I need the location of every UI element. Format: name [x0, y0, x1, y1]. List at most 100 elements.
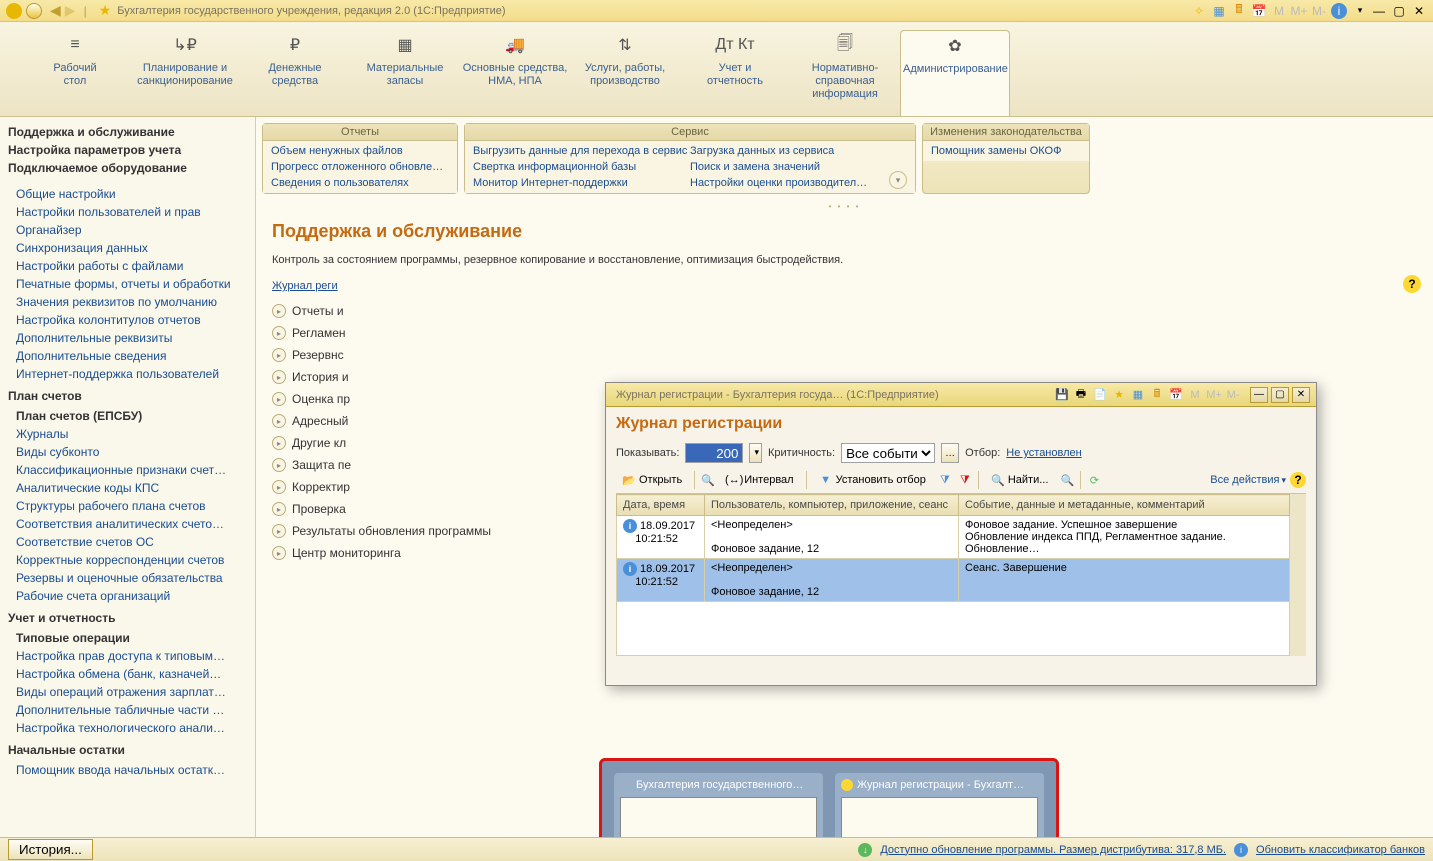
sidebar-item[interactable]: Соответствие счетов ОС [4, 533, 251, 551]
sidebar-item[interactable]: Виды операций отражения зарплат… [4, 683, 251, 701]
col-user[interactable]: Пользователь, компьютер, приложение, сеа… [705, 495, 959, 516]
table-row[interactable]: i 18.09.2017 10:21:52<Неопределен>Фоново… [617, 516, 1290, 559]
section-item-4[interactable]: 🚚Основные средства,НМА, НПА [460, 30, 570, 116]
sidebar-item[interactable]: Интернет-поддержка пользователей [4, 365, 251, 383]
section-item-3[interactable]: ▦Материальныезапасы [350, 30, 460, 116]
nav-forward-icon[interactable]: ▶ [65, 2, 76, 19]
sidebar-item[interactable]: Синхронизация данных [4, 239, 251, 257]
show-input[interactable] [685, 443, 743, 463]
sidebar-item[interactable]: Настройка обмена (банк, казначей… [4, 665, 251, 683]
calendar-icon[interactable]: 📅 [1251, 3, 1267, 19]
panel-link[interactable]: Выгрузить данные для перехода в сервис [473, 143, 690, 159]
sidebar-item[interactable]: Классификационные признаки счет… [4, 461, 251, 479]
panel-link[interactable]: Объем ненужных файлов [271, 143, 449, 159]
preview-icon[interactable]: 📄 [1092, 387, 1108, 403]
update-banks-link[interactable]: Обновить классификатор банков [1256, 844, 1425, 856]
search-icon[interactable]: 🔍 [701, 473, 715, 487]
maximize-button[interactable]: ▢ [1391, 3, 1407, 19]
criticality-more-button[interactable]: … [941, 443, 959, 463]
sidebar-item[interactable]: Помощник ввода начальных остатк… [4, 761, 251, 779]
sidebar-item[interactable]: Настройки работы с файлами [4, 257, 251, 275]
expand-item[interactable]: ▸Регламен [272, 322, 1417, 344]
print-icon[interactable]: 🖶 [1073, 387, 1089, 403]
open-button[interactable]: 📂Открыть [616, 471, 688, 489]
breadcrumb-link[interactable]: Журнал реги [272, 280, 338, 292]
section-item-7[interactable]: 🗐Нормативно-справочнаяинформация [790, 30, 900, 116]
sidebar-item[interactable]: План счетов (ЕПСБУ) [4, 407, 251, 425]
close-button[interactable]: ✕ [1411, 3, 1427, 19]
info-icon[interactable]: i [1331, 3, 1347, 19]
sidebar-item[interactable]: Дополнительные сведения [4, 347, 251, 365]
update-link[interactable]: Доступно обновление программы. Размер ди… [880, 844, 1226, 856]
panel-link[interactable]: Помощник замены ОКОФ [931, 143, 1081, 159]
filter-select-icon[interactable]: ⧩ [938, 473, 952, 487]
favorite-icon[interactable]: ★ [99, 2, 112, 19]
filter-clear-icon[interactable]: ⧩ [958, 473, 972, 487]
section-item-5[interactable]: ⇅Услуги, работы,производство [570, 30, 680, 116]
section-item-0[interactable]: ≡Рабочийстол [20, 30, 130, 116]
panel-link[interactable]: Настройки оценки производител… [690, 175, 907, 191]
m-plus-icon[interactable]: M+ [1291, 3, 1307, 19]
grip-handle[interactable]: • • • • [256, 200, 1433, 213]
panel-link[interactable]: Поиск и замена значений [690, 159, 907, 175]
titlebar-dropdown[interactable] [26, 3, 42, 19]
sidebar-item[interactable]: Журналы [4, 425, 251, 443]
find-button[interactable]: 🔍Найти... [985, 471, 1055, 489]
show-dropdown-icon[interactable] [749, 443, 762, 463]
preview-item-1[interactable]: Бухгалтерия государственного… [614, 773, 823, 837]
calculator-icon[interactable]: 🖩 [1149, 387, 1165, 403]
sidebar-item[interactable]: Общие настройки [4, 185, 251, 203]
sidebar-item[interactable]: Настройка параметров учета [4, 141, 251, 159]
calendar-icon[interactable]: 📅 [1168, 387, 1184, 403]
refresh-icon[interactable]: ⟳ [1087, 473, 1101, 487]
panel-link[interactable]: Прогресс отложенного обновления [271, 159, 449, 175]
sidebar-item[interactable]: Дополнительные табличные части … [4, 701, 251, 719]
sidebar-item[interactable]: Органайзер [4, 221, 251, 239]
sidebar-item[interactable]: Соответствия аналитических счето… [4, 515, 251, 533]
table-row[interactable]: i 18.09.2017 10:21:52<Неопределен>Фоново… [617, 559, 1290, 602]
sidebar-item[interactable]: Виды субконто [4, 443, 251, 461]
favorite-icon[interactable]: ★ [1111, 387, 1127, 403]
save-icon[interactable]: 💾 [1054, 387, 1070, 403]
panel-link[interactable]: Загрузка данных из сервиса [690, 143, 907, 159]
sidebar-item[interactable]: Корректные корреспонденции счетов [4, 551, 251, 569]
panel-link[interactable]: Монитор Интернет-поддержки [473, 175, 690, 191]
col-event[interactable]: Событие, данные и метаданные, комментари… [959, 495, 1290, 516]
criticality-select[interactable]: Все события [841, 443, 935, 463]
section-item-8[interactable]: ✿Администрирование [900, 30, 1010, 116]
table-scrollbar[interactable] [1290, 494, 1306, 656]
sidebar-item[interactable]: Поддержка и обслуживание [4, 123, 251, 141]
panel-expand-button[interactable]: ▾ [889, 171, 907, 189]
preview-item-2[interactable]: Журнал регистрации - Бухгалт… [835, 773, 1044, 837]
calculator-icon[interactable]: 🖩 [1231, 3, 1247, 19]
links-panel-icon[interactable]: ▦ [1211, 3, 1227, 19]
m-minus-icon[interactable]: M- [1311, 3, 1327, 19]
sidebar-item[interactable]: Настройка колонтитулов отчетов [4, 311, 251, 329]
sidebar-item[interactable]: Печатные формы, отчеты и обработки [4, 275, 251, 293]
all-actions-button[interactable]: Все действия [1210, 474, 1286, 486]
expand-item[interactable]: ▸Резервнс [272, 344, 1417, 366]
help-button[interactable]: ? [1403, 275, 1421, 293]
sidebar-item[interactable]: Дополнительные реквизиты [4, 329, 251, 347]
panel-link[interactable]: Свертка информационной базы [473, 159, 690, 175]
sidebar-item[interactable]: Настройка прав доступа к типовым… [4, 647, 251, 665]
set-filter-button[interactable]: ▼Установить отбор [813, 471, 932, 489]
m-icon[interactable]: M [1271, 3, 1287, 19]
info-dropdown[interactable] [1351, 3, 1367, 19]
sidebar-item[interactable]: Структуры рабочего плана счетов [4, 497, 251, 515]
sidebar-item[interactable]: Аналитические коды КПС [4, 479, 251, 497]
modal-close-button[interactable]: ✕ [1292, 387, 1310, 403]
sidebar-item[interactable]: Подключаемое оборудование [4, 159, 251, 177]
section-item-6[interactable]: Дт КтУчет иотчетность [680, 30, 790, 116]
m-minus-icon[interactable]: M- [1225, 387, 1241, 403]
m-icon[interactable]: M [1187, 387, 1203, 403]
history-button[interactable]: История... [8, 839, 93, 860]
m-plus-icon[interactable]: M+ [1206, 387, 1222, 403]
section-item-2[interactable]: ₽Денежныесредства [240, 30, 350, 116]
interval-button[interactable]: (↔)Интервал [721, 471, 799, 489]
sidebar-item[interactable]: Настройка технологического анали… [4, 719, 251, 737]
modal-min-button[interactable]: — [1250, 387, 1268, 403]
sidebar-item[interactable]: Резервы и оценочные обязательства [4, 569, 251, 587]
find-clear-icon[interactable]: 🔍 [1060, 473, 1074, 487]
modal-max-button[interactable]: ▢ [1271, 387, 1289, 403]
